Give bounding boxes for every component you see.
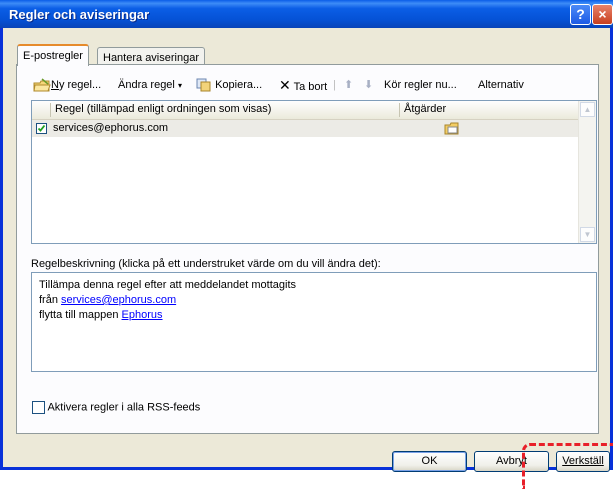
list-scrollbar[interactable]: ▲ ▼ <box>578 101 596 243</box>
copy-button[interactable]: Kopiera... <box>196 77 262 93</box>
help-button[interactable]: ? <box>570 4 591 25</box>
rule-checkbox[interactable] <box>36 123 47 134</box>
scroll-down-button[interactable]: ▼ <box>580 227 595 242</box>
rss-checkbox[interactable] <box>32 401 45 414</box>
run-rules-button[interactable]: Kör regler nu... <box>384 77 457 93</box>
chevron-down-icon: ▼ <box>583 230 592 239</box>
column-divider <box>399 103 400 117</box>
ok-button[interactable]: OK <box>392 451 467 472</box>
highlight-marker <box>522 443 613 489</box>
tab-email-rules[interactable]: E-postregler <box>17 44 89 66</box>
description-line: flytta till mappen Ephorus <box>39 309 163 321</box>
column-divider <box>50 103 51 117</box>
move-down-button[interactable]: ⬇ <box>364 77 373 93</box>
delete-icon: ✕ <box>279 77 291 93</box>
scroll-up-button[interactable]: ▲ <box>580 102 595 117</box>
change-rule-button[interactable]: Ändra regel ▾ <box>118 77 182 94</box>
window-title: Regler och aviseringar <box>9 7 150 22</box>
description-label: Regelbeskrivning (klicka på ett understr… <box>31 258 381 270</box>
rss-label: Aktivera regler i alla RSS-feeds <box>47 401 201 414</box>
rss-option[interactable]: Aktivera regler i alla RSS-feeds <box>32 401 200 414</box>
checkmark-icon <box>37 124 46 132</box>
toolbar-separator: | <box>333 79 336 91</box>
close-icon: × <box>598 6 607 22</box>
description-line: från services@ephorus.com <box>39 294 177 306</box>
rule-name: services@ephorus.com <box>53 122 169 134</box>
title-bar[interactable]: Regler och aviseringar ? × <box>0 0 613 28</box>
delete-button[interactable]: ✕ Ta bort <box>279 77 327 95</box>
dropdown-arrow-icon: ▾ <box>177 81 182 90</box>
list-header: Regel (tillämpad enligt ordningen som vi… <box>32 101 580 120</box>
folder-link[interactable]: Ephorus <box>122 309 163 321</box>
rule-row[interactable]: services@ephorus.com <box>32 120 580 137</box>
rule-description-box: Tillämpa denna regel efter att meddeland… <box>31 272 597 372</box>
close-button[interactable]: × <box>592 4 613 25</box>
copy-icon <box>196 78 211 92</box>
arrow-down-icon: ⬇ <box>364 79 374 91</box>
chevron-up-icon: ▲ <box>583 105 592 114</box>
column-rule[interactable]: Regel (tillämpad enligt ordningen som vi… <box>55 103 271 115</box>
move-to-folder-icon <box>444 122 459 135</box>
new-rule-button[interactable]: Ny regel... <box>33 77 101 93</box>
options-button[interactable]: Alternativ <box>478 77 524 93</box>
new-rule-icon <box>33 78 51 92</box>
arrow-up-icon: ⬆ <box>344 79 354 91</box>
help-icon: ? <box>576 6 585 22</box>
move-up-button[interactable]: ⬆ <box>344 77 353 93</box>
rules-list[interactable]: Regel (tillämpad enligt ordningen som vi… <box>31 100 597 244</box>
description-line: Tillämpa denna regel efter att meddeland… <box>39 279 297 291</box>
sender-link[interactable]: services@ephorus.com <box>61 294 176 306</box>
column-actions[interactable]: Åtgärder <box>404 103 446 115</box>
